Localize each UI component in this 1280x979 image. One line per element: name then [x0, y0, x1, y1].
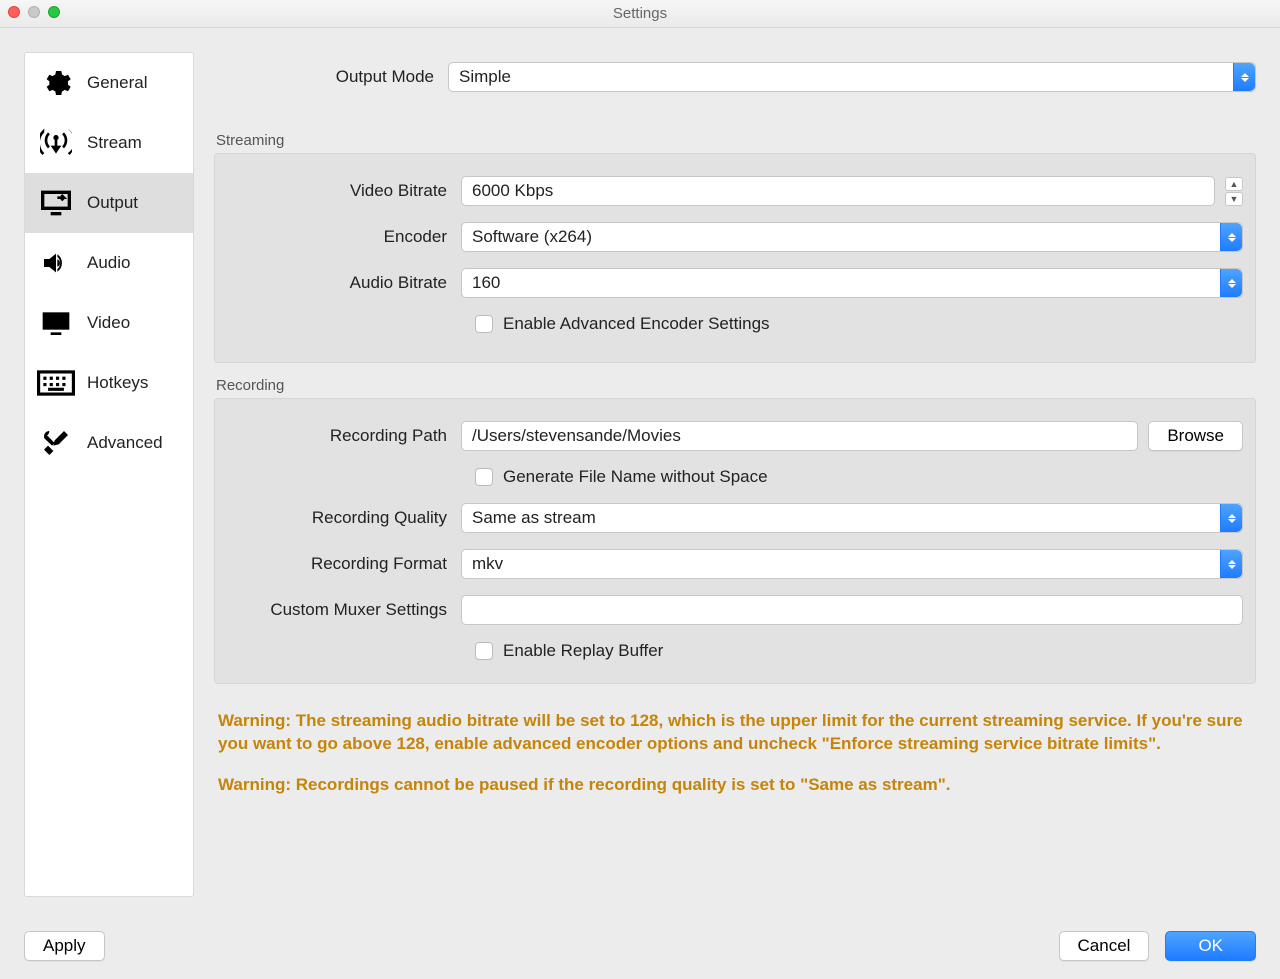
- sidebar-item-label: Video: [87, 313, 130, 333]
- zoom-window-button[interactable]: [48, 6, 60, 18]
- tools-icon: [37, 427, 75, 459]
- window-titlebar: Settings: [0, 0, 1280, 28]
- recording-format-value: mkv: [472, 554, 503, 574]
- recording-path-input[interactable]: /Users/stevensande/Movies: [461, 421, 1138, 451]
- sidebar-item-label: Advanced: [87, 433, 163, 453]
- browse-button[interactable]: Browse: [1148, 421, 1243, 451]
- dialog-footer: Apply Cancel OK: [24, 931, 1256, 961]
- audio-bitrate-select[interactable]: 160: [461, 268, 1243, 298]
- close-window-button[interactable]: [8, 6, 20, 18]
- recording-format-label: Recording Format: [227, 554, 461, 574]
- cancel-button[interactable]: Cancel: [1059, 931, 1150, 961]
- keyboard-icon: [37, 367, 75, 399]
- encoder-value: Software (x264): [472, 227, 592, 247]
- antenna-icon: [37, 127, 75, 159]
- sidebar-item-stream[interactable]: Stream: [25, 113, 193, 173]
- video-bitrate-value: 6000 Kbps: [472, 181, 553, 201]
- video-bitrate-stepper[interactable]: ▲ ▼: [1225, 177, 1243, 206]
- enable-replay-buffer-label: Enable Replay Buffer: [503, 641, 663, 661]
- recording-path-label: Recording Path: [227, 426, 461, 446]
- recording-quality-select[interactable]: Same as stream: [461, 503, 1243, 533]
- sidebar-item-video[interactable]: Video: [25, 293, 193, 353]
- traffic-lights: [8, 6, 60, 18]
- sidebar-item-label: Output: [87, 193, 138, 213]
- settings-sidebar: General Stream Output Audio Video: [24, 52, 194, 897]
- filename-no-space-checkbox[interactable]: [475, 468, 493, 486]
- recording-panel: Recording Path /Users/stevensande/Movies…: [214, 398, 1256, 684]
- sidebar-item-label: Stream: [87, 133, 142, 153]
- apply-button[interactable]: Apply: [24, 931, 105, 961]
- enable-advanced-encoder-checkbox[interactable]: [475, 315, 493, 333]
- custom-muxer-label: Custom Muxer Settings: [227, 600, 461, 620]
- minimize-window-button[interactable]: [28, 6, 40, 18]
- monitor-icon: [37, 307, 75, 339]
- sidebar-item-label: Audio: [87, 253, 130, 273]
- warning-recording-pause: Warning: Recordings cannot be paused if …: [214, 774, 1256, 797]
- streaming-panel: Video Bitrate 6000 Kbps ▲ ▼ Encoder Soft…: [214, 153, 1256, 363]
- recording-path-value: /Users/stevensande/Movies: [472, 426, 681, 446]
- recording-format-select[interactable]: mkv: [461, 549, 1243, 579]
- encoder-select[interactable]: Software (x264): [461, 222, 1243, 252]
- audio-bitrate-label: Audio Bitrate: [227, 273, 461, 293]
- warning-audio-bitrate: Warning: The streaming audio bitrate wil…: [214, 710, 1256, 756]
- audio-bitrate-value: 160: [472, 273, 500, 293]
- dropdown-trigger-icon: [1220, 504, 1242, 532]
- sidebar-item-output[interactable]: Output: [25, 173, 193, 233]
- recording-quality-value: Same as stream: [472, 508, 596, 528]
- sidebar-item-audio[interactable]: Audio: [25, 233, 193, 293]
- sidebar-item-label: General: [87, 73, 147, 93]
- video-bitrate-label: Video Bitrate: [227, 181, 461, 201]
- speaker-icon: [37, 247, 75, 279]
- window-title: Settings: [613, 5, 667, 22]
- main-panel: Output Mode Simple Streaming Video Bitra…: [194, 52, 1256, 896]
- sidebar-item-general[interactable]: General: [25, 53, 193, 113]
- recording-quality-label: Recording Quality: [227, 508, 461, 528]
- dropdown-trigger-icon: [1220, 550, 1242, 578]
- enable-advanced-encoder-label: Enable Advanced Encoder Settings: [503, 314, 770, 334]
- dropdown-trigger-icon: [1220, 269, 1242, 297]
- dropdown-trigger-icon: [1220, 223, 1242, 251]
- output-monitor-icon: [37, 187, 75, 219]
- stepper-down-icon[interactable]: ▼: [1225, 192, 1243, 206]
- enable-replay-buffer-checkbox[interactable]: [475, 642, 493, 660]
- sidebar-item-label: Hotkeys: [87, 373, 148, 393]
- custom-muxer-input[interactable]: [461, 595, 1243, 625]
- output-mode-select[interactable]: Simple: [448, 62, 1256, 92]
- gear-icon: [37, 67, 75, 99]
- video-bitrate-input[interactable]: 6000 Kbps: [461, 176, 1215, 206]
- sidebar-item-advanced[interactable]: Advanced: [25, 413, 193, 473]
- output-mode-value: Simple: [459, 67, 511, 87]
- filename-no-space-label: Generate File Name without Space: [503, 467, 768, 487]
- ok-button[interactable]: OK: [1165, 931, 1256, 961]
- streaming-heading: Streaming: [214, 108, 1256, 153]
- recording-heading: Recording: [214, 363, 1256, 398]
- encoder-label: Encoder: [227, 227, 461, 247]
- output-mode-label: Output Mode: [214, 67, 448, 87]
- sidebar-item-hotkeys[interactable]: Hotkeys: [25, 353, 193, 413]
- dropdown-trigger-icon: [1233, 63, 1255, 91]
- stepper-up-icon[interactable]: ▲: [1225, 177, 1243, 191]
